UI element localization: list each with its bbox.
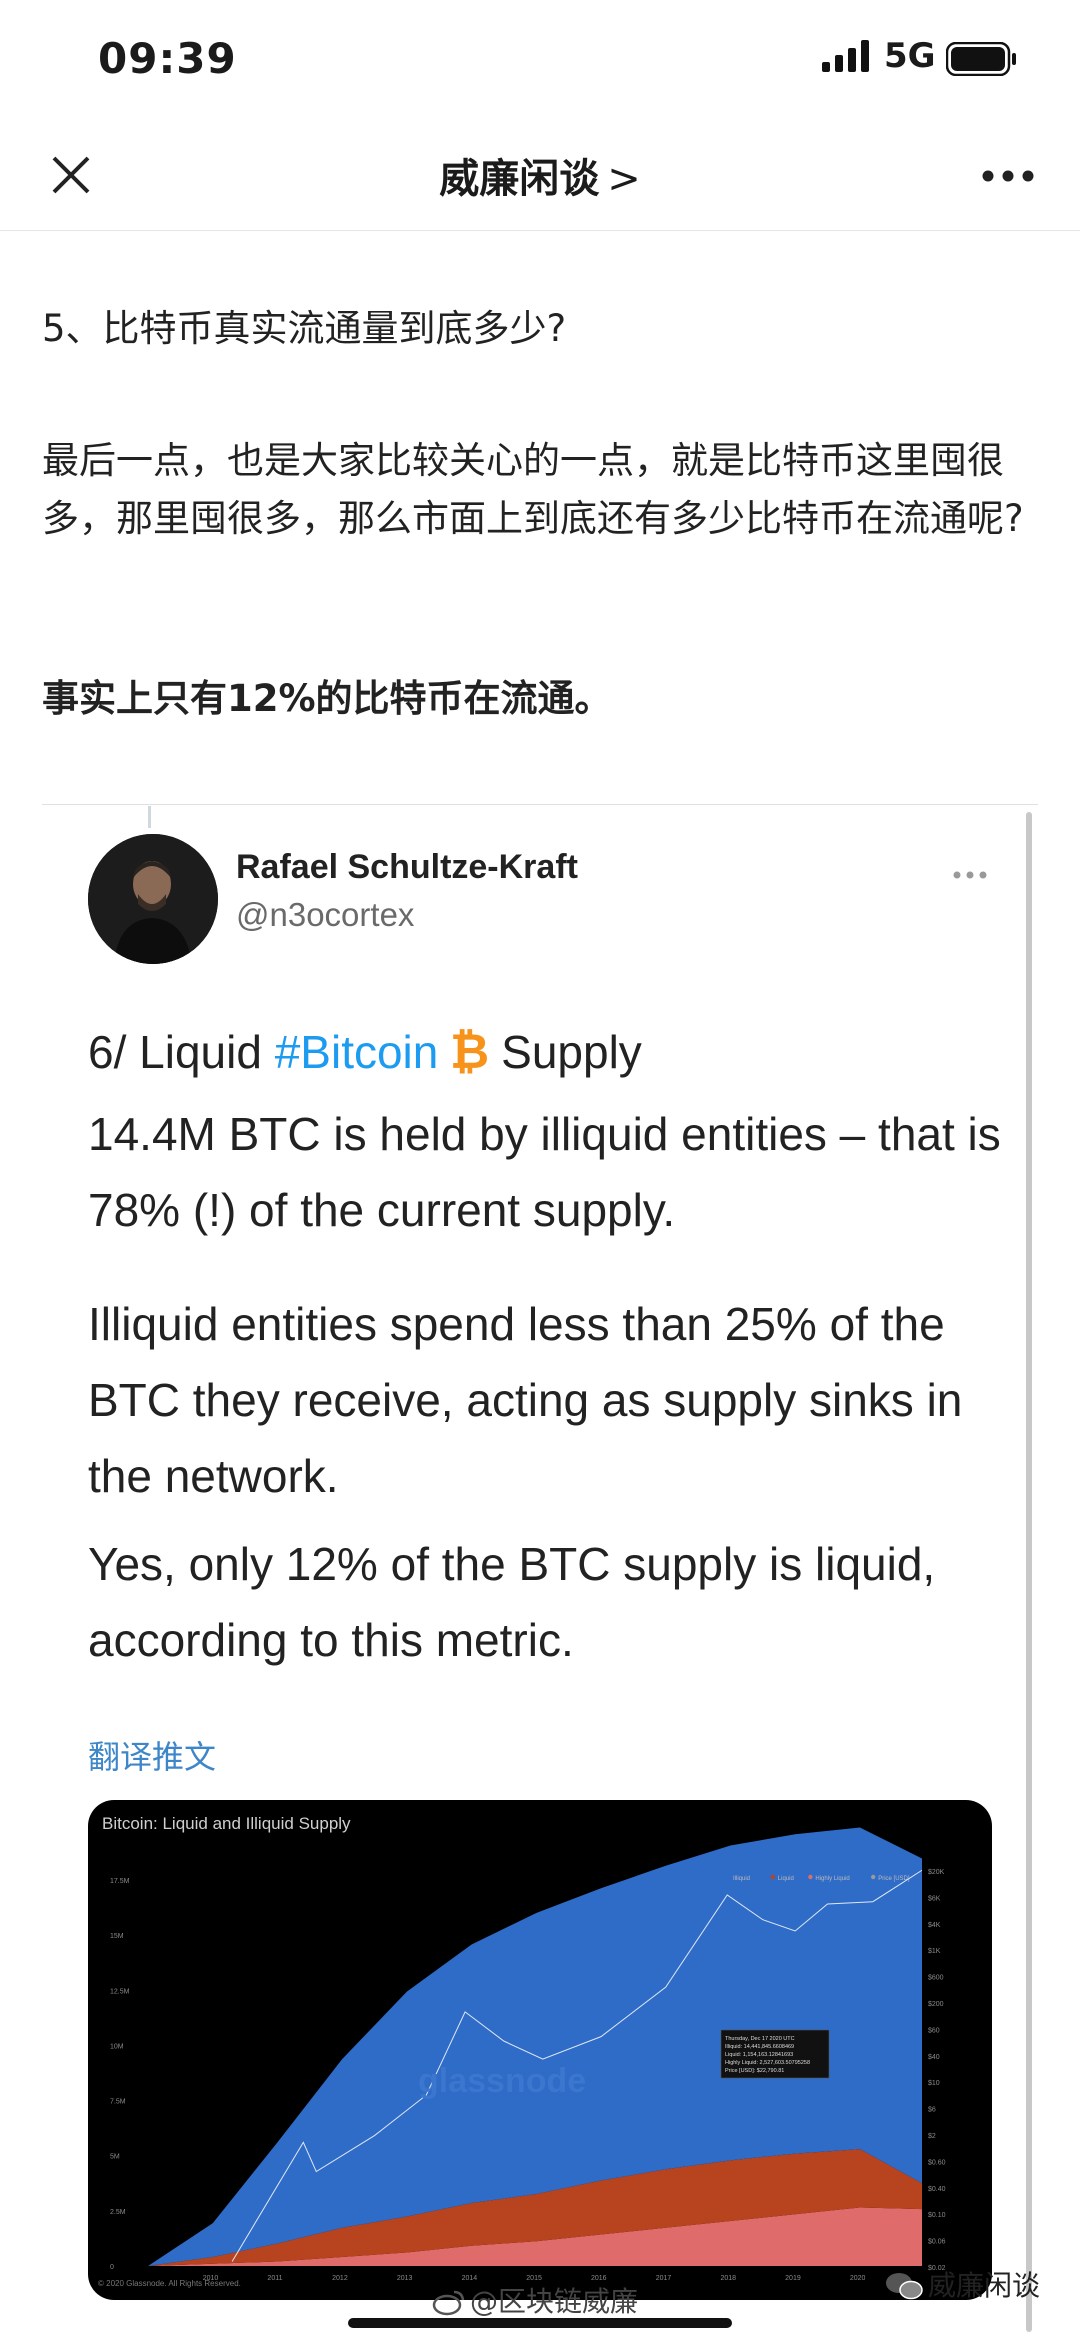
- chart-plot: 02.5M5M7.5M10M12.5M15M17.5M$0.02$0.06$0.…: [110, 1827, 946, 2282]
- y-tick-label: 2.5M: [110, 2209, 126, 2216]
- tweet-more-icon: [953, 871, 987, 879]
- y-tick-label: 15M: [110, 1933, 124, 1940]
- y-tick-label-right: $0.10: [928, 2212, 946, 2219]
- y-tick-label: 12.5M: [110, 1988, 130, 1995]
- y-tick-label-right: $1K: [928, 1948, 941, 1955]
- home-indicator: [348, 2318, 732, 2328]
- y-tick-label-right: $20K: [928, 1869, 945, 1876]
- article-paragraph: 最后一点，也是大家比较关心的一点，就是比特币这里囤很多，那里囤很多，那么市面上到…: [42, 439, 1024, 540]
- y-tick-label-right: $4K: [928, 1922, 941, 1929]
- chart-copyright: © 2020 Glassnode. All Rights Reserved.: [98, 2279, 241, 2288]
- y-tick-label: 10M: [110, 2043, 124, 2050]
- y-tick-label-right: $600: [928, 1975, 944, 1982]
- legend-marker: [725, 1874, 731, 1880]
- tooltip-line: Thursday, Dec 17 2020 UTC: [725, 2036, 795, 2042]
- legend-entry: Highly Liquid: [815, 1876, 849, 1882]
- x-tick-label: 2019: [785, 2275, 801, 2282]
- wechat-account: 威廉闲谈: [928, 2269, 1041, 2302]
- y-tick-label-right: $0.06: [928, 2239, 946, 2246]
- y-tick-label-right: $40: [928, 2054, 940, 2061]
- tweet-paragraph-1: 14.4M BTC is held by illiquid entities –…: [88, 1108, 1001, 1236]
- tweet-author-name: Rafael Schultze-Kraft: [236, 848, 578, 886]
- x-tick-label: 2013: [397, 2275, 413, 2282]
- tooltip-line: Highly Liquid: 2,527,603.50795258: [725, 2060, 810, 2066]
- nav-bar: 威廉闲谈 >: [0, 120, 1080, 231]
- y-tick-label-right: $10: [928, 2080, 940, 2087]
- chevron-right-icon: >: [607, 156, 641, 202]
- network-type: 5G: [884, 36, 936, 76]
- bitcoin-icon: ₿: [450, 1024, 489, 1080]
- bitcoin-glyph: ₿: [450, 1026, 488, 1078]
- tweet-title-suffix: Supply: [488, 1026, 642, 1078]
- y-tick-label: 5M: [110, 2154, 120, 2161]
- y-tick-label: 7.5M: [110, 2099, 126, 2106]
- article-bold-paragraph: 事实上只有12%的比特币在流通。: [42, 677, 612, 720]
- signal-icon: [822, 40, 869, 72]
- y-tick-label-right: $200: [928, 2001, 944, 2008]
- tweet-screenshot: Rafael Schultze-Kraft @n3ocortex 6/ Liqu…: [42, 804, 1038, 2337]
- battery-icon: [946, 42, 1016, 76]
- tweet-title-prefix: 6/ Liquid: [88, 1026, 275, 1078]
- supply-chart: Bitcoin: Liquid and Illiquid Supply 0 2.5…: [88, 1800, 992, 2300]
- y-tick-label-right: $2: [928, 2133, 936, 2140]
- translate-tweet-link: 翻译推文: [88, 1738, 217, 1776]
- thread-line: [148, 806, 151, 828]
- y-tick-label: 0: [110, 2264, 114, 2271]
- wechat-watermark: 威廉闲谈: [884, 2264, 1040, 2304]
- hashtag-link: #Bitcoin: [274, 1026, 439, 1078]
- legend-entry: Liquid: [778, 1876, 794, 1882]
- legend-marker: [770, 1874, 775, 1880]
- legend-entry: Illiquid: [733, 1876, 750, 1882]
- tooltip-line: Illiquid: 14,441,845.6608469: [725, 2044, 794, 2050]
- glassnode-watermark: glassnode: [418, 2062, 586, 2100]
- tweet-author-handle: @n3ocortex: [236, 896, 415, 933]
- x-tick-label: 2020: [850, 2275, 866, 2282]
- x-tick-label: 2017: [656, 2275, 672, 2282]
- divider: [42, 804, 1038, 805]
- x-tick-label: 2018: [720, 2275, 736, 2282]
- weibo-watermark: @区块链威廉: [432, 2280, 638, 2320]
- weibo-icon: [432, 2290, 465, 2316]
- tweet-title-line: 6/ Liquid #Bitcoin ₿ Supply: [88, 1014, 1008, 1090]
- y-tick-label-right: $6: [928, 2107, 936, 2114]
- more-icon[interactable]: [980, 168, 1036, 184]
- scrollbar: [1026, 812, 1032, 2332]
- y-tick-label-right: $6K: [928, 1895, 941, 1902]
- status-time: 09:39: [98, 34, 237, 83]
- y-tick-label-right: $0.60: [928, 2159, 946, 2166]
- account-title[interactable]: 威廉闲谈 >: [0, 146, 1080, 204]
- avatar: [88, 834, 218, 964]
- tweet-paragraph-3: Yes, only 12% of the BTC supply is liqui…: [88, 1538, 936, 1666]
- tooltip-line: Liquid: 1,154,163.12841693: [725, 2052, 793, 2058]
- x-tick-label: 2012: [332, 2275, 348, 2282]
- y-tick-label: 17.5M: [110, 1878, 130, 1885]
- status-bar: 09:39 5G: [0, 0, 1080, 120]
- section-heading: 5、比特币真实流通量到底多少?: [42, 307, 567, 350]
- legend-marker: [871, 1874, 876, 1880]
- y-tick-label-right: $0.40: [928, 2186, 946, 2193]
- wechat-icon: [886, 2273, 923, 2300]
- legend-marker: [808, 1874, 813, 1880]
- x-tick-label: 2011: [267, 2275, 282, 2282]
- account-name: 威廉闲谈: [439, 156, 600, 202]
- weibo-handle: @区块链威廉: [470, 2285, 639, 2318]
- tooltip-line: Price [USD]: $22,790.81: [725, 2068, 784, 2074]
- y-tick-label-right: $60: [928, 2027, 940, 2034]
- tweet-paragraph-2: Illiquid entities spend less than 25% of…: [88, 1298, 963, 1502]
